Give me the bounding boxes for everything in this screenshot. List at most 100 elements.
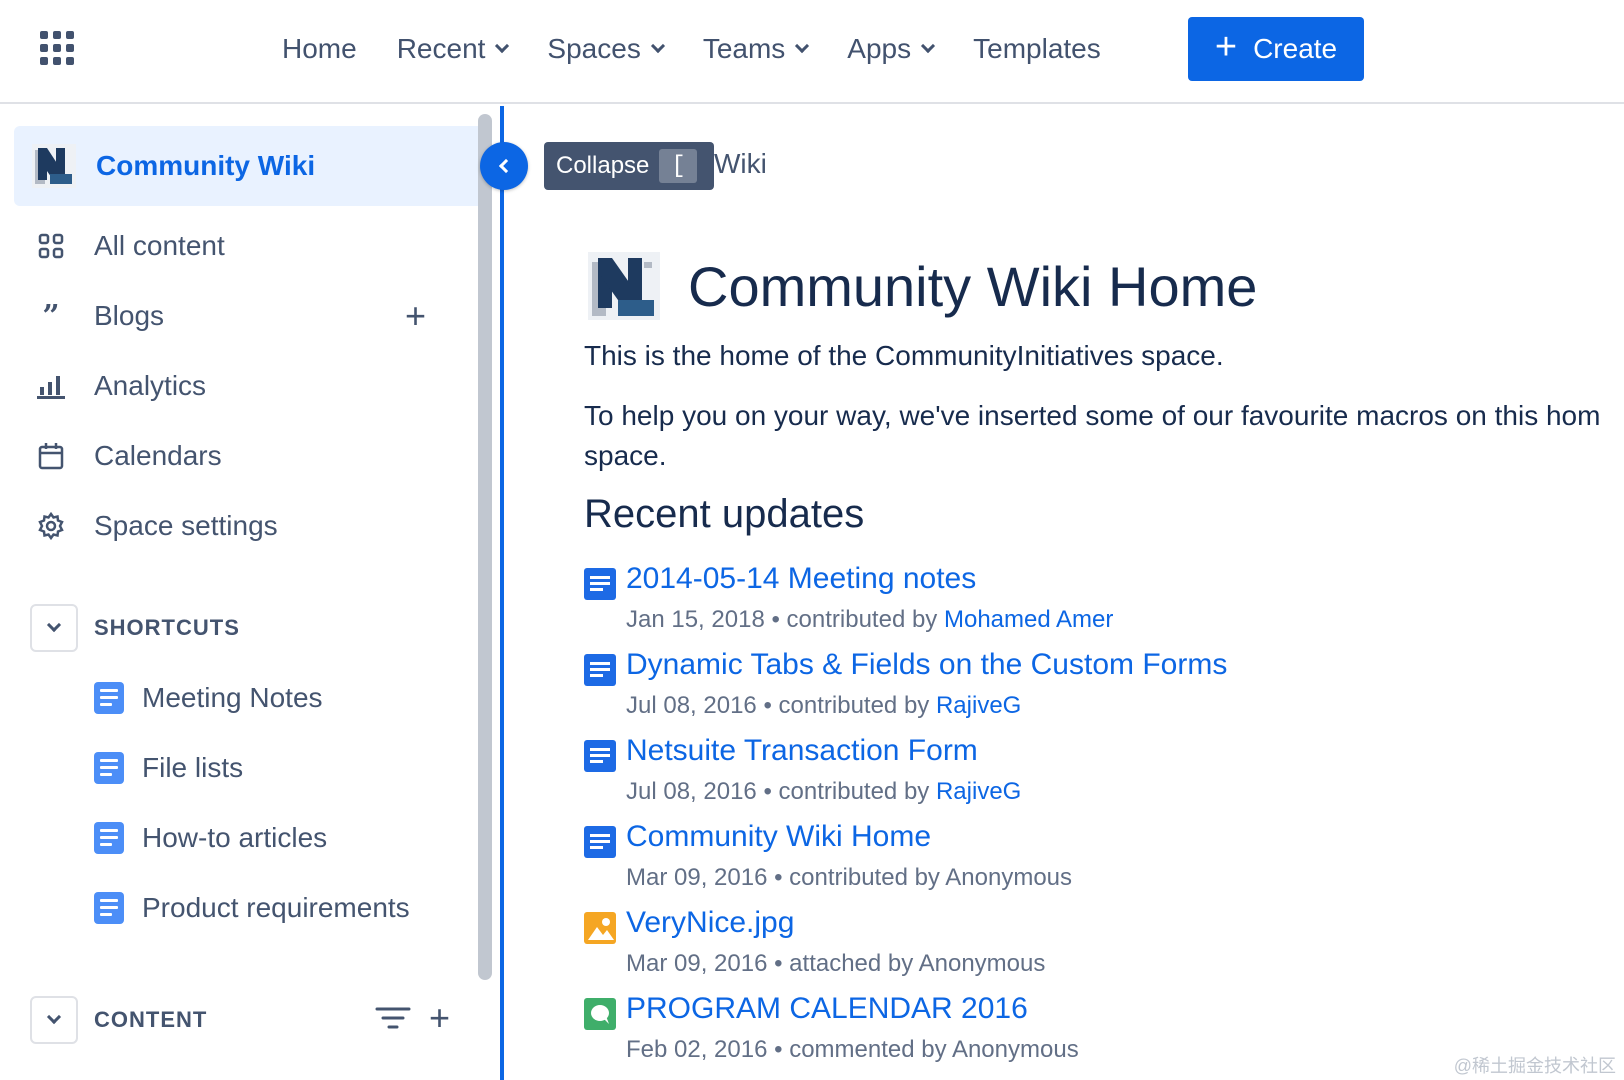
- create-button[interactable]: + Create: [1188, 17, 1364, 81]
- nav-home[interactable]: Home: [262, 26, 377, 72]
- contributor-link[interactable]: Mohamed Amer: [944, 606, 1113, 633]
- bullet-separator: •: [763, 778, 772, 805]
- update-title-link[interactable]: VeryNice.jpg: [626, 906, 794, 940]
- nav-home-label: Home: [282, 33, 357, 64]
- page-icon: [584, 654, 616, 686]
- chevron-down-icon: [46, 617, 62, 633]
- filter-icon[interactable]: [375, 1004, 411, 1032]
- update-action: attached by: [789, 950, 914, 977]
- recent-updates-heading: Recent updates: [584, 492, 865, 536]
- watermark: @稀土掘金技术社区: [1453, 1056, 1616, 1076]
- nav-recent-label: Recent: [396, 33, 486, 64]
- sidebar-item-analytics[interactable]: Analytics: [36, 360, 446, 412]
- nav-teams[interactable]: Teams: [683, 26, 827, 72]
- update-title-link[interactable]: Dynamic Tabs & Fields on the Custom Form…: [626, 648, 1227, 682]
- gear-icon: [36, 511, 66, 541]
- page-icon: [584, 740, 616, 772]
- shortcut-label: How-to articles: [142, 822, 328, 853]
- chevron-down-icon: [46, 1009, 62, 1025]
- shortcut-item[interactable]: Product requirements: [94, 882, 454, 934]
- bullet-separator: •: [774, 1036, 783, 1063]
- contributor-link[interactable]: RajiveG: [936, 692, 1021, 719]
- sidebar-item-label: Analytics: [94, 370, 207, 401]
- update-action: contributed by: [789, 864, 940, 891]
- nav-apps-label: Apps: [847, 33, 912, 64]
- update-meta: Feb 02, 2016 • commented by Anonymous: [626, 1036, 1079, 1064]
- sidebar-item-calendars[interactable]: Calendars: [36, 430, 446, 482]
- recent-update-item: VeryNice.jpg Mar 09, 2016 • attached by …: [584, 906, 1624, 986]
- chevron-down-icon: [495, 38, 510, 54]
- bullet-separator: •: [763, 692, 772, 719]
- sidebar-item-all-content[interactable]: All content: [36, 220, 446, 272]
- help-text-line-1: To help you on your way, we've inserted …: [584, 400, 1601, 431]
- bar-chart-icon: [36, 371, 66, 401]
- update-title-link[interactable]: Community Wiki Home: [626, 820, 931, 854]
- space-sidebar: Community Wiki All content ” Blogs + Ana…: [0, 106, 500, 1080]
- quote-icon: ”: [42, 298, 60, 334]
- page-icon: [94, 752, 124, 784]
- shortcut-item[interactable]: File lists: [94, 742, 454, 794]
- bullet-separator: •: [774, 864, 783, 891]
- shortcut-label: Product requirements: [142, 892, 410, 923]
- contributor-link[interactable]: RajiveG: [936, 778, 1021, 805]
- comment-icon: [584, 998, 616, 1030]
- breadcrumb[interactable]: Wiki: [714, 148, 767, 180]
- image-icon: [584, 912, 616, 944]
- add-blog-icon[interactable]: +: [405, 298, 426, 334]
- create-button-label: Create: [1253, 33, 1338, 64]
- keyboard-shortcut-key: [: [659, 149, 698, 183]
- sidebar-item-label: Space settings: [94, 510, 278, 541]
- recent-update-item: Netsuite Transaction Form Jul 08, 2016 •…: [584, 734, 1624, 814]
- update-date: Jul 08, 2016: [626, 692, 757, 719]
- sidebar-scrollbar[interactable]: [478, 114, 492, 980]
- sidebar-item-label: Blogs: [94, 300, 165, 331]
- top-navigation-bar: Home Recent Spaces Teams Apps Templates …: [0, 0, 1624, 104]
- bullet-separator: •: [771, 606, 780, 633]
- page-icon: [94, 892, 124, 924]
- update-title-link[interactable]: PROGRAM CALENDAR 2016: [626, 992, 1028, 1026]
- space-name: Community Wiki: [96, 150, 316, 181]
- collapse-sidebar-button[interactable]: [480, 142, 528, 190]
- shortcuts-toggle-button[interactable]: [30, 604, 78, 652]
- intro-text: This is the home of the CommunityInitiat…: [584, 340, 1224, 371]
- shortcut-label: Meeting Notes: [142, 682, 323, 713]
- update-meta: Mar 09, 2016 • contributed by Anonymous: [626, 864, 1072, 892]
- shortcut-item[interactable]: How-to articles: [94, 812, 454, 864]
- page-icon: [584, 568, 616, 600]
- sidebar-item-space-settings[interactable]: Space settings: [36, 500, 446, 552]
- sidebar-item-blogs[interactable]: ” Blogs +: [36, 290, 446, 342]
- nav-spaces[interactable]: Spaces: [527, 26, 682, 72]
- update-meta: Mar 09, 2016 • attached by Anonymous: [626, 950, 1045, 978]
- update-meta: Jan 15, 2018 • contributed by Mohamed Am…: [626, 606, 1113, 634]
- update-title-link[interactable]: Netsuite Transaction Form: [626, 734, 978, 768]
- update-action: contributed by: [778, 692, 930, 719]
- update-date: Jul 08, 2016: [626, 778, 757, 805]
- update-date: Mar 09, 2016: [626, 950, 768, 977]
- update-date: Mar 09, 2016: [626, 864, 768, 891]
- nav-recent[interactable]: Recent: [377, 26, 528, 72]
- nav-spaces-label: Spaces: [547, 33, 641, 64]
- page-icon: [584, 826, 616, 858]
- recent-update-item: 2014-05-14 Meeting notes Jan 15, 2018 • …: [584, 562, 1624, 642]
- app-switcher-icon[interactable]: [40, 31, 74, 65]
- bullet-separator: •: [774, 950, 783, 977]
- content-toggle-button[interactable]: [30, 996, 78, 1044]
- update-date: Jan 15, 2018: [626, 606, 765, 633]
- plus-icon: +: [1214, 26, 1238, 68]
- space-header[interactable]: Community Wiki: [14, 126, 484, 206]
- add-content-icon[interactable]: +: [429, 1000, 450, 1036]
- nav-templates[interactable]: Templates: [953, 26, 1121, 72]
- update-date: Feb 02, 2016: [626, 1036, 768, 1063]
- space-logo-icon: [32, 144, 76, 188]
- shortcut-item[interactable]: Meeting Notes: [94, 672, 454, 724]
- shortcut-label: File lists: [142, 752, 244, 783]
- update-action: contributed by: [778, 778, 930, 805]
- nav-templates-label: Templates: [973, 33, 1101, 64]
- sidebar-resize-handle[interactable]: [500, 106, 504, 1080]
- collapse-tooltip: Collapse [: [544, 142, 714, 190]
- chevron-down-icon: [795, 38, 810, 54]
- chevron-down-icon: [650, 38, 665, 54]
- nav-apps[interactable]: Apps: [827, 26, 953, 72]
- nav-teams-label: Teams: [702, 33, 786, 64]
- update-title-link[interactable]: 2014-05-14 Meeting notes: [626, 562, 976, 596]
